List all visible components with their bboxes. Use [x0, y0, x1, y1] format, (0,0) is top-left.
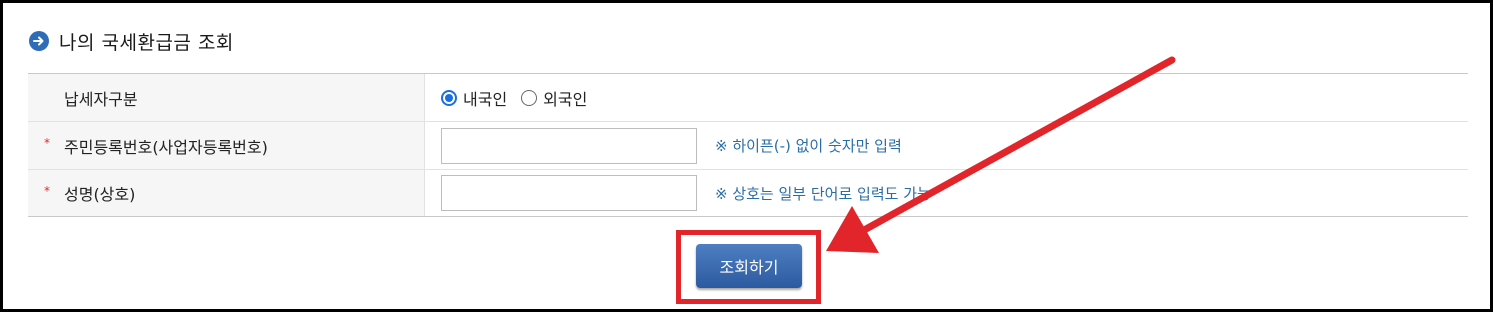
name-label-cell: * 성명(상호): [28, 170, 425, 216]
required-marker-icon: *: [44, 184, 50, 198]
name-label: 성명(상호): [64, 185, 136, 204]
required-marker-icon: *: [44, 136, 50, 150]
name-row: * 성명(상호) ※ 상호는 일부 단어로 입력도 가능: [28, 170, 1468, 216]
lookup-form: 납세자구분 내국인 외국인 * 주민등록번호(사업자등록번호) ※ 하이픈(-)…: [28, 73, 1468, 217]
name-value-cell: ※ 상호는 일부 단어로 입력도 가능: [425, 170, 1468, 216]
name-hint: ※ 상호는 일부 단어로 입력도 가능: [715, 184, 931, 203]
radio-foreign-label: 외국인: [543, 89, 588, 109]
resident-number-row: * 주민등록번호(사업자등록번호) ※ 하이픈(-) 없이 숫자만 입력: [28, 122, 1468, 170]
radio-domestic-label: 내국인: [463, 89, 508, 109]
radio-domestic-indicator[interactable]: [441, 89, 457, 106]
taxpayer-type-row: 납세자구분 내국인 외국인: [28, 74, 1468, 122]
name-input[interactable]: [441, 175, 697, 211]
arrow-right-circle-icon: [29, 31, 49, 51]
resident-number-input[interactable]: [441, 127, 697, 164]
resident-number-hint: ※ 하이픈(-) 없이 숫자만 입력: [715, 137, 902, 155]
section-header: 나의 국세환급금 조회: [29, 28, 234, 54]
resident-number-label: 주민등록번호(사업자등록번호): [64, 137, 268, 157]
radio-domestic[interactable]: 내국인: [441, 86, 507, 110]
taxpayer-type-label: 납세자구분: [28, 74, 425, 121]
taxpayer-type-options: 내국인 외국인: [425, 74, 1468, 121]
radio-foreign[interactable]: 외국인: [521, 86, 587, 110]
resident-number-value-cell: ※ 하이픈(-) 없이 숫자만 입력: [425, 122, 1468, 169]
radio-foreign-indicator[interactable]: [521, 89, 538, 106]
resident-number-label-cell: * 주민등록번호(사업자등록번호): [28, 122, 425, 169]
page-title: 나의 국세환급금 조회: [59, 31, 234, 54]
search-button[interactable]: 조회하기: [696, 244, 802, 288]
